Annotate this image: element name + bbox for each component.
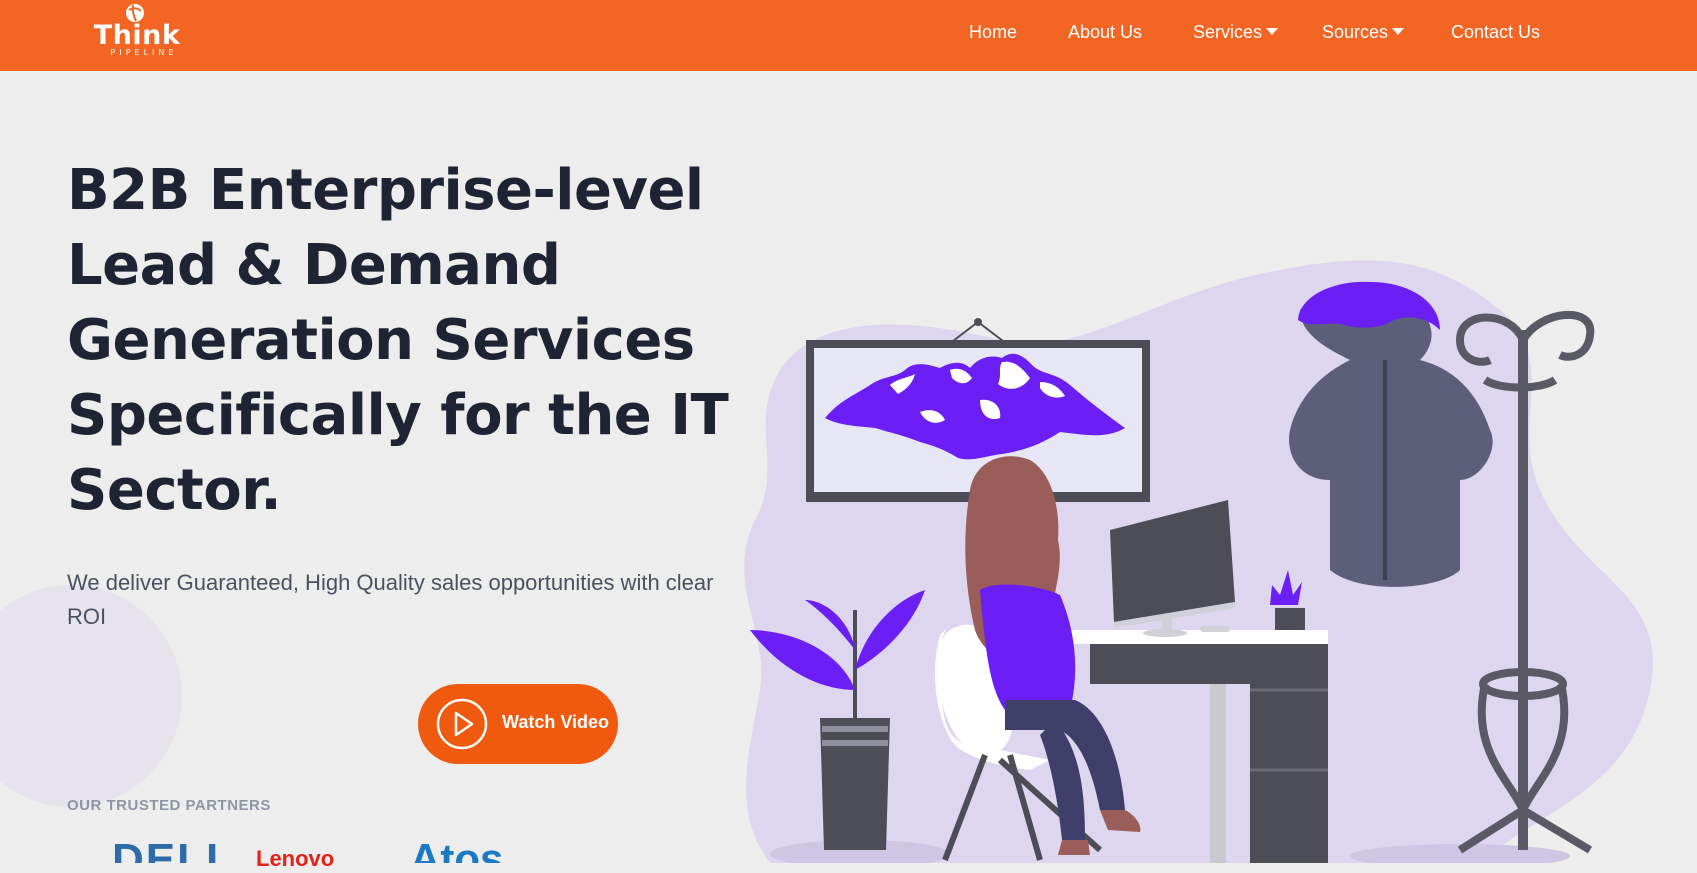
caret-down-icon <box>1266 27 1279 35</box>
nav-about-us[interactable]: About Us <box>1068 20 1142 44</box>
nav-contact-us[interactable]: Contact Us <box>1451 20 1540 44</box>
logo-subtitle: PIPELINE <box>110 48 178 57</box>
hero-subtitle: We deliver Guaranteed, High Quality sale… <box>67 570 714 629</box>
partner-logo-atos: Atos <box>410 838 504 863</box>
nav-about-us-label: About Us <box>1068 22 1143 42</box>
site-header: Think PIPELINE Home About Us Services So… <box>0 0 1697 71</box>
nav-sources-label: Sources <box>1322 22 1389 42</box>
nav-home[interactable]: Home <box>969 20 1017 44</box>
trusted-partners-label: OUR TRUSTED PARTNERS <box>67 797 271 814</box>
partner-logo-dell: DELL <box>112 838 235 863</box>
nav-sources[interactable]: Sources <box>1322 20 1405 44</box>
partner-logo-lenovo: Lenovo <box>256 848 335 871</box>
hero-illustration <box>744 260 1653 863</box>
play-circle-icon <box>436 698 488 750</box>
nav-services-label: Services <box>1193 22 1263 42</box>
nav-services[interactable]: Services <box>1193 20 1279 44</box>
nav-contact-us-label: Contact Us <box>1451 22 1541 42</box>
watch-video-label: Watch Video <box>502 712 610 732</box>
nav-home-label: Home <box>969 22 1018 42</box>
main-nav: Home About Us Services Sources Contact U… <box>0 20 1697 44</box>
hero-title: B2B Enterprise-level Lead & Demand Gener… <box>67 158 729 523</box>
watch-video-button[interactable]: Watch Video <box>418 684 618 764</box>
caret-down-icon <box>1392 27 1405 35</box>
